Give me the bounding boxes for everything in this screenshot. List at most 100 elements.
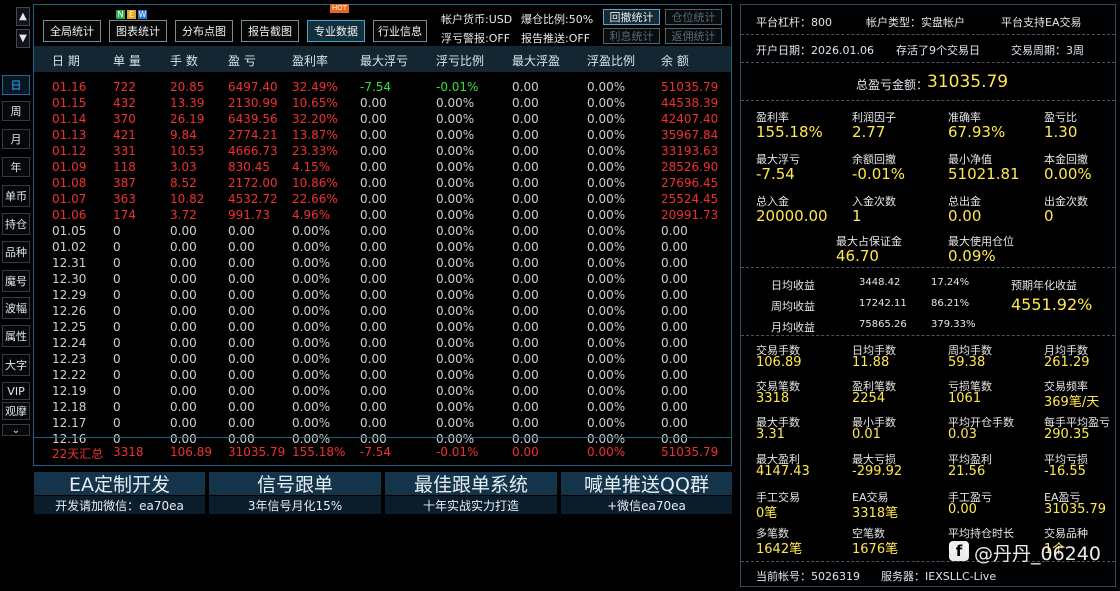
return-amount: 3448.42 xyxy=(859,277,901,288)
table-cell: 0.00 xyxy=(170,336,197,350)
table-cell: 9.84 xyxy=(170,128,197,142)
table-row: 01.09 118 3.03 830.45 4.15% 0.00 0.00% 0.00 0.00… xyxy=(34,160,731,176)
annual-return-label: 预期年化收益 xyxy=(1011,279,1077,292)
table-cell: 0.00% xyxy=(292,288,331,302)
table-cell: 0 xyxy=(113,384,121,398)
table-cell: 25524.45 xyxy=(661,192,719,206)
table-cell: 0.00% xyxy=(436,208,475,222)
table-cell: 01.06 xyxy=(52,208,87,222)
nav-item[interactable]: 大字 xyxy=(2,354,30,376)
promo-banner[interactable]: 信号跟单 xyxy=(209,472,381,496)
column-header: 最大浮盈 xyxy=(512,54,561,68)
table-cell: 4.15% xyxy=(292,160,331,174)
max-margin-value: 46.70 xyxy=(836,247,879,265)
table-cell: 0.00% xyxy=(436,416,475,430)
table-cell: 01.15 xyxy=(52,96,87,110)
distribution-chart-button[interactable]: 分布点图 xyxy=(175,20,233,42)
stat-value: 3.31 xyxy=(756,427,785,442)
table-cell: 0.00 xyxy=(360,192,387,206)
table-row: 01.13 421 9.84 2774.21 13.87% 0.00 0.00% 0.00 0.… xyxy=(34,128,731,144)
divider xyxy=(741,34,1115,35)
stat-value: 106.89 xyxy=(756,355,802,370)
scroll-down-icon[interactable]: ▼ xyxy=(16,29,30,48)
promo-banner[interactable]: 喊单推送QQ群 xyxy=(561,472,732,496)
nav-item[interactable]: 持仓 xyxy=(2,213,30,235)
summary-cell: 22天汇总 xyxy=(52,447,104,461)
table-cell: 0.00% xyxy=(292,368,331,382)
new-badge-letter: W xyxy=(138,10,147,19)
table-cell: 0.00 xyxy=(661,432,688,446)
table-cell: 0.00% xyxy=(587,288,626,302)
table-cell: 0.00 xyxy=(228,240,255,254)
table-row: 12.29 0 0.00 0.00 0.00% 0.00 0.00% 0.00 0.00% 0.0… xyxy=(34,288,731,304)
promo-banner[interactable]: 最佳跟单系统 xyxy=(385,472,557,496)
table-row: 12.23 0 0.00 0.00 0.00% 0.00 0.00% 0.00 0.00% 0.0… xyxy=(34,352,731,368)
nav-item[interactable]: 周 xyxy=(2,101,30,121)
divider xyxy=(741,62,1115,63)
scroll-up-icon[interactable]: ▲ xyxy=(16,7,30,26)
table-cell: 0.00 xyxy=(661,352,688,366)
stat-value: 0.00% xyxy=(1044,165,1092,183)
table-cell: 0.00 xyxy=(228,384,255,398)
table-cell: 13.87% xyxy=(292,128,338,142)
table-cell: 12.22 xyxy=(52,368,87,382)
table-cell: 12.18 xyxy=(52,400,87,414)
table-cell: -0.01% xyxy=(436,80,479,94)
promo-banner[interactable]: EA定制开发 xyxy=(34,472,205,496)
table-cell: 32.49% xyxy=(292,80,338,94)
float-alert: 浮亏警报:OFF xyxy=(441,32,511,45)
global-stats-button[interactable]: 全局统计 xyxy=(43,20,101,42)
table-cell: 0.00 xyxy=(360,272,387,286)
watermark-text: @丹丹_06240 xyxy=(974,543,1101,565)
table-cell: 0 xyxy=(113,432,121,446)
table-cell: 0 xyxy=(113,224,121,238)
nav-item[interactable]: 魔号 xyxy=(2,270,30,292)
table-cell: 0.00 xyxy=(661,288,688,302)
table-cell: 01.14 xyxy=(52,112,87,126)
table-row: 12.22 0 0.00 0.00 0.00% 0.00 0.00% 0.00 0.00% 0.0… xyxy=(34,368,731,384)
table-cell: 0.00 xyxy=(170,256,197,270)
table-cell: 0.00 xyxy=(512,192,539,206)
annual-return-value: 4551.92% xyxy=(1011,295,1093,314)
table-cell: 432 xyxy=(113,96,136,110)
table-row: 12.19 0 0.00 0.00 0.00% 0.00 0.00% 0.00 0.00% 0.0… xyxy=(34,384,731,400)
interest-stats-button[interactable]: 利息统计 xyxy=(603,28,660,44)
trade-period: 交易周期：3周 xyxy=(1011,44,1084,57)
pro-data-button[interactable]: 专业数据 xyxy=(307,20,365,42)
table-cell: 28526.90 xyxy=(661,160,719,174)
table-cell: 0.00 xyxy=(360,400,387,414)
position-stats-button[interactable]: 仓位统计 xyxy=(665,9,722,25)
rebate-stats-button[interactable]: 返佣统计 xyxy=(665,28,722,44)
nav-item[interactable]: 单币 xyxy=(2,185,30,207)
table-cell: 2130.99 xyxy=(228,96,278,110)
nav-more-icon[interactable]: ⌄ xyxy=(2,424,30,436)
table-cell: 12.24 xyxy=(52,336,87,350)
drawdown-stats-button[interactable]: 回撤统计 xyxy=(603,9,660,25)
nav-item[interactable]: 年 xyxy=(2,157,30,177)
watermark-logo-icon: f xyxy=(949,541,969,561)
table-cell: 0.00% xyxy=(436,128,475,142)
table-cell: 387 xyxy=(113,176,136,190)
nav-item[interactable]: 波幅 xyxy=(2,297,30,319)
nav-item[interactable]: 日 xyxy=(2,75,30,95)
table-cell: 0.00% xyxy=(587,144,626,158)
nav-item[interactable]: VIP xyxy=(2,382,30,400)
table-cell: 0.00 xyxy=(170,384,197,398)
table-cell: 01.16 xyxy=(52,80,87,94)
stat-value: -0.01% xyxy=(852,165,906,183)
report-screenshot-button[interactable]: 报告截图 xyxy=(241,20,299,42)
table-cell: 0.00 xyxy=(360,416,387,430)
table-row: 01.14 370 26.19 6439.56 32.20% 0.00 0.00% 0.00 0… xyxy=(34,112,731,128)
nav-item[interactable]: 品种 xyxy=(2,241,30,263)
table-cell: 44538.39 xyxy=(661,96,719,110)
nav-item[interactable]: 属性 xyxy=(2,325,30,347)
table-cell: 991.73 xyxy=(228,208,270,222)
chart-stats-button[interactable]: 图表统计 xyxy=(109,20,167,42)
table-cell: 0.00 xyxy=(512,208,539,222)
nav-item[interactable]: 月 xyxy=(2,129,30,149)
industry-info-button[interactable]: 行业信息 xyxy=(373,20,427,42)
table-cell: 0.00% xyxy=(292,240,331,254)
table-cell: 01.07 xyxy=(52,192,87,206)
stat-value: 1642笔 xyxy=(756,542,803,557)
nav-item[interactable]: 观摩 xyxy=(2,402,30,420)
